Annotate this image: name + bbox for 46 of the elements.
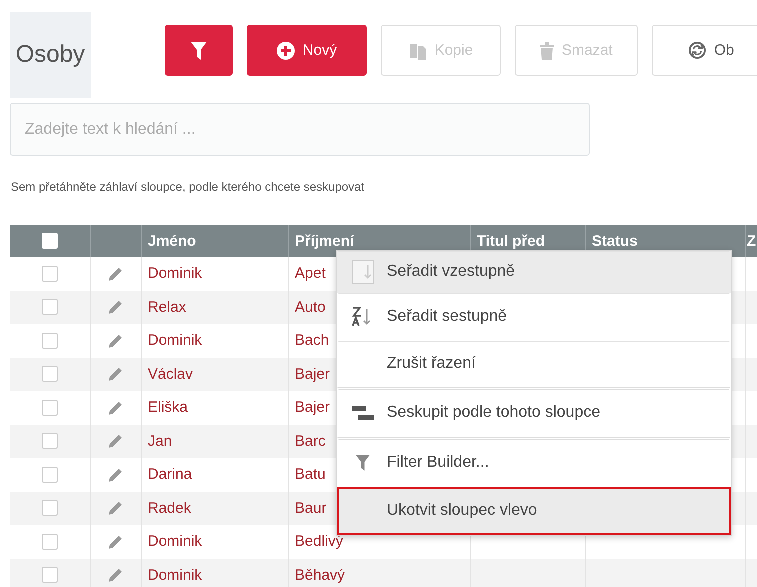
add-button[interactable]: Nový <box>247 25 367 76</box>
page-title: Osoby <box>10 12 91 98</box>
pencil-icon[interactable] <box>108 400 124 416</box>
row-checkbox[interactable] <box>42 332 58 349</box>
table-row[interactable]: Dominik Běhavý <box>10 558 757 587</box>
menu-item[interactable]: Zrušit řazení <box>337 341 731 387</box>
menu-item[interactable]: Seřadit sestupně <box>337 293 731 341</box>
pencil-icon[interactable] <box>108 332 124 349</box>
row-checkbox[interactable] <box>42 466 58 483</box>
table-cell: Dominik <box>142 558 289 587</box>
select-all-checkbox[interactable] <box>42 233 58 249</box>
column-header[interactable]: Jméno <box>142 225 289 257</box>
trash-icon <box>540 42 554 60</box>
refresh-button[interactable]: Ob <box>652 25 757 76</box>
menu-item[interactable]: Filter Builder... <box>337 437 731 487</box>
row-checkbox[interactable] <box>42 266 58 282</box>
menu-item[interactable]: Seskupit podle tohoto sloupce <box>337 387 731 437</box>
pencil-icon[interactable] <box>108 567 124 584</box>
row-checkbox[interactable] <box>42 366 58 382</box>
pencil-icon[interactable] <box>108 299 124 316</box>
pencil-icon[interactable] <box>108 534 124 550</box>
filter-button[interactable] <box>165 25 233 76</box>
sort-ascending-icon <box>352 260 374 284</box>
plus-circle-icon <box>276 42 295 60</box>
group-hint: Sem přetáhněte záhlaví sloupce, podle kterého chcete seskupovat <box>11 180 366 196</box>
search-field[interactable]: Zadejte text k hledání ... <box>10 103 590 156</box>
pencil-icon[interactable] <box>108 466 124 483</box>
column-header[interactable]: Z <box>746 225 757 257</box>
refresh-icon <box>689 42 706 59</box>
pencil-icon[interactable] <box>108 366 124 382</box>
filter-icon <box>356 454 370 470</box>
copy-icon <box>408 42 427 60</box>
pencil-icon[interactable] <box>108 433 124 450</box>
menu-item[interactable]: Ukotvit sloupec vlevo <box>337 487 731 535</box>
row-checkbox[interactable] <box>42 534 58 550</box>
row-checkbox[interactable] <box>42 567 58 584</box>
pencil-icon[interactable] <box>108 500 124 516</box>
row-checkbox[interactable] <box>42 433 58 450</box>
row-checkbox[interactable] <box>42 299 58 316</box>
pencil-icon[interactable] <box>108 266 124 282</box>
row-checkbox[interactable] <box>42 400 58 416</box>
table-cell: Běhavý <box>289 558 471 587</box>
group-icon <box>352 406 374 420</box>
row-checkbox[interactable] <box>42 500 58 516</box>
menu-item[interactable]: Seřadit vzestupně <box>337 251 731 293</box>
filter-icon <box>191 42 207 60</box>
